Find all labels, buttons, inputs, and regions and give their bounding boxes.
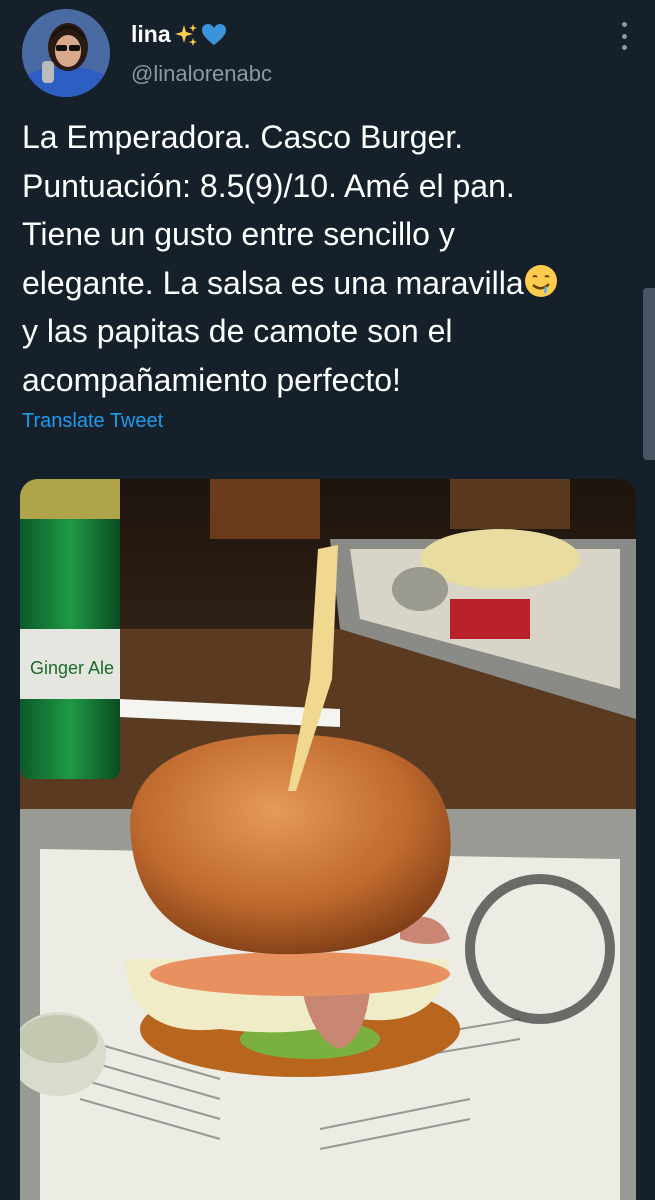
translate-tweet-link[interactable]: Translate Tweet bbox=[22, 410, 163, 433]
tweet-line: Puntuación: 8.5(9)/10. Amé el pan. bbox=[22, 167, 515, 204]
avatar[interactable] bbox=[22, 9, 110, 97]
more-dot-icon bbox=[621, 45, 627, 50]
tweet-line: acompañamiento perfecto! bbox=[22, 361, 401, 398]
avatar-photo-icon bbox=[22, 9, 110, 97]
blue-heart-emoji bbox=[201, 23, 226, 45]
tweet-line: y las papitas de camote son el bbox=[22, 313, 453, 349]
sparkles-emoji bbox=[174, 23, 197, 46]
display-name[interactable]: lina bbox=[131, 21, 171, 48]
tweet-line: La Emperadora. Casco Burger. bbox=[22, 119, 464, 155]
tweet-view: lina @linalorenabc La Emperadora. Casco … bbox=[0, 0, 655, 1200]
burger-on-tray-icon: Ginger Ale bbox=[20, 479, 636, 1200]
author-name-row[interactable]: lina bbox=[131, 21, 227, 48]
tweet-photo[interactable]: Ginger Ale bbox=[20, 479, 636, 1200]
more-options-button[interactable] bbox=[617, 22, 631, 50]
tweet-text: La Emperadora. Casco Burger. Puntuación:… bbox=[22, 113, 632, 404]
author-handle[interactable]: @linalorenabc bbox=[131, 61, 272, 87]
drooling-face-emoji bbox=[524, 264, 557, 297]
tweet-line-with-emoji: elegante. La salsa es una maravilla bbox=[22, 259, 632, 308]
scrollbar-thumb[interactable] bbox=[643, 288, 655, 460]
tweet-line: Tiene un gusto entre sencillo y bbox=[22, 216, 455, 252]
svg-text:Ginger Ale: Ginger Ale bbox=[30, 658, 114, 678]
more-dot-icon bbox=[621, 33, 627, 39]
more-dot-icon bbox=[621, 22, 627, 27]
tweet-line: elegante. La salsa es una maravilla bbox=[22, 264, 524, 301]
